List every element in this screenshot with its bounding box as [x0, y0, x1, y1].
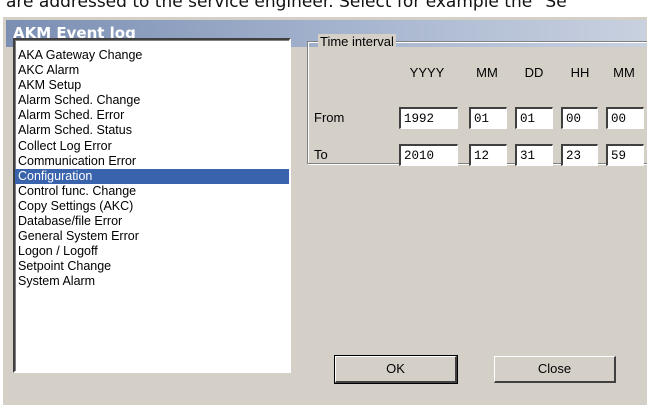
to-day-input[interactable] — [515, 144, 553, 166]
list-item[interactable]: Logon / Logoff — [15, 244, 289, 259]
close-button[interactable]: Close — [494, 356, 616, 383]
list-item[interactable]: Control func. Change — [15, 184, 289, 199]
from-month-input[interactable] — [469, 107, 507, 129]
header-hour: HH — [570, 65, 590, 80]
time-interval-legend: Time interval — [318, 34, 396, 49]
from-label: From — [314, 110, 345, 125]
list-item[interactable]: AKA Gateway Change — [15, 48, 289, 63]
list-item[interactable]: Alarm Sched. Status — [15, 123, 289, 138]
header-year: YYYY — [409, 65, 445, 80]
list-item[interactable]: System Alarm — [15, 274, 289, 289]
event-type-listbox[interactable]: AKA Gateway Change AKC Alarm AKM Setup Alar… — [13, 38, 291, 373]
list-item[interactable]: General System Error — [15, 229, 289, 244]
list-item[interactable]: Collect Log Error — [15, 139, 289, 154]
from-hour-input[interactable] — [561, 107, 598, 129]
list-item[interactable]: Alarm Sched. Change — [15, 93, 289, 108]
to-year-input[interactable] — [399, 144, 458, 166]
list-item[interactable]: Alarm Sched. Error — [15, 108, 289, 123]
ok-button[interactable]: OK — [334, 355, 458, 384]
to-hour-input[interactable] — [561, 144, 598, 166]
list-item[interactable]: AKM Setup — [15, 78, 289, 93]
to-label: To — [314, 147, 328, 162]
to-minute-input[interactable] — [606, 144, 644, 166]
header-minute: MM — [613, 65, 635, 80]
list-item[interactable]: Setpoint Change — [15, 259, 289, 274]
document-text: are addressed to the service engineer. S… — [6, 0, 567, 12]
list-item[interactable]: AKC Alarm — [15, 63, 289, 78]
from-year-input[interactable] — [399, 107, 458, 129]
list-item[interactable]: Configuration — [15, 168, 289, 184]
list-item[interactable]: Copy Settings (AKC) — [15, 199, 289, 214]
list-item[interactable]: Communication Error — [15, 154, 289, 169]
list-item[interactable]: Database/file Error — [15, 214, 289, 229]
from-minute-input[interactable] — [606, 107, 644, 129]
header-month: MM — [476, 65, 498, 80]
from-day-input[interactable] — [515, 107, 553, 129]
to-month-input[interactable] — [469, 144, 507, 166]
header-day: DD — [524, 65, 544, 80]
